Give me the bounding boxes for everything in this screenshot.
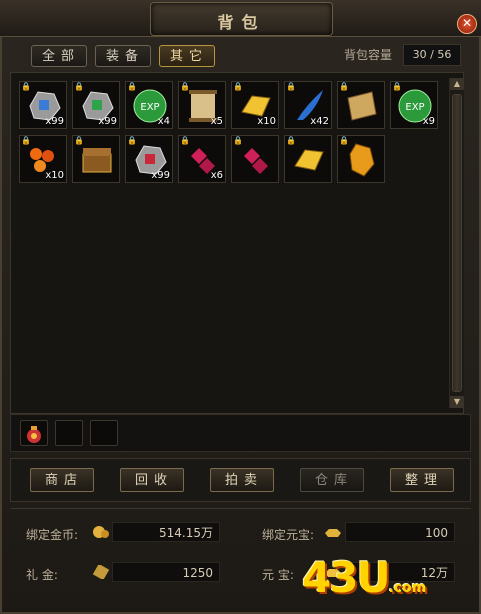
red-pouch-icon: [27, 426, 41, 443]
item-slot[interactable]: 🔒 x10: [231, 81, 279, 129]
item-slot[interactable]: 🔒: [284, 135, 332, 183]
red-gems-icon: [244, 148, 268, 174]
bound-ingot-label: 绑定元宝:: [262, 528, 315, 542]
item-count: x4: [157, 116, 170, 127]
scrollbar[interactable]: ▲ ▼: [449, 78, 464, 408]
item-slot[interactable]: 🔒: [72, 135, 120, 183]
gift-gold-icon: [92, 565, 110, 579]
bound-gold-label: 绑定金币:: [26, 528, 79, 542]
auction-button[interactable]: 拍卖: [210, 468, 274, 492]
site-watermark-logo: 43U.com: [302, 553, 427, 602]
ingot-label: 元 宝:: [262, 568, 294, 582]
item-count: x9: [422, 116, 435, 127]
sort-button[interactable]: 整理: [390, 468, 454, 492]
close-icon[interactable]: ✕: [457, 14, 477, 34]
item-count: x6: [210, 170, 223, 181]
item-slot[interactable]: 🔒 x6: [178, 135, 226, 183]
item-count: x99: [151, 170, 170, 181]
quick-slot[interactable]: [20, 420, 48, 446]
item-slot[interactable]: 🔒: [231, 135, 279, 183]
svg-text:EXP: EXP: [405, 102, 424, 113]
scroll-up-arrow-icon[interactable]: ▲: [450, 78, 464, 90]
scroll-down-arrow-icon[interactable]: ▼: [450, 396, 464, 408]
item-slot[interactable]: 🔒 EXP x4: [125, 81, 173, 129]
item-slot[interactable]: 🔒 x99: [72, 81, 120, 129]
scroll-thumb[interactable]: [452, 94, 462, 392]
item-slot[interactable]: 🔒 x10: [19, 135, 67, 183]
item-count: x99: [98, 116, 117, 127]
bound-gold-coin-icon: [93, 526, 109, 538]
bound-gold-value: 514.15万: [112, 522, 220, 542]
item-slot[interactable]: 🔒 EXP x9: [390, 81, 438, 129]
item-count: x10: [45, 170, 64, 181]
parchment-icon: [347, 91, 377, 121]
capacity-label: 背包容量: [344, 48, 393, 62]
recycle-button[interactable]: 回收: [120, 468, 184, 492]
title-plate: 背包: [150, 2, 333, 36]
svg-text:EXP: EXP: [140, 102, 159, 113]
item-count: x99: [45, 116, 64, 127]
bound-ingot-icon: [325, 529, 341, 537]
item-slot[interactable]: 🔒 x5: [178, 81, 226, 129]
amber-crystal-icon: [349, 143, 375, 177]
window-title: 背包: [217, 13, 266, 32]
shop-button[interactable]: 商店: [30, 468, 94, 492]
item-slot[interactable]: 🔒 x99: [19, 81, 67, 129]
item-slot[interactable]: 🔒 x42: [284, 81, 332, 129]
item-count: x5: [210, 116, 223, 127]
warehouse-button[interactable]: 仓库: [300, 468, 364, 492]
gift-gold-value: 1250: [112, 562, 220, 582]
capacity-value: 30 / 56: [403, 44, 461, 66]
gift-gold-label: 礼 金:: [26, 568, 58, 582]
item-slot[interactable]: 🔒: [337, 135, 385, 183]
title-bar[interactable]: 背包: [0, 0, 481, 37]
divider: [10, 508, 471, 509]
tab-all[interactable]: 全部: [31, 45, 87, 67]
item-slot[interactable]: 🔒: [337, 81, 385, 129]
quick-slot[interactable]: [55, 420, 83, 446]
treasure-chest-icon: [82, 148, 112, 173]
tab-other[interactable]: 其它: [159, 45, 215, 67]
quick-slot[interactable]: [90, 420, 118, 446]
item-count: x42: [310, 116, 329, 127]
item-count: x10: [257, 116, 276, 127]
item-slot[interactable]: 🔒 x99: [125, 135, 173, 183]
gold-bar-icon: [294, 149, 324, 171]
tab-equipment[interactable]: 装备: [95, 45, 151, 67]
bound-ingot-value: 100: [345, 522, 455, 542]
